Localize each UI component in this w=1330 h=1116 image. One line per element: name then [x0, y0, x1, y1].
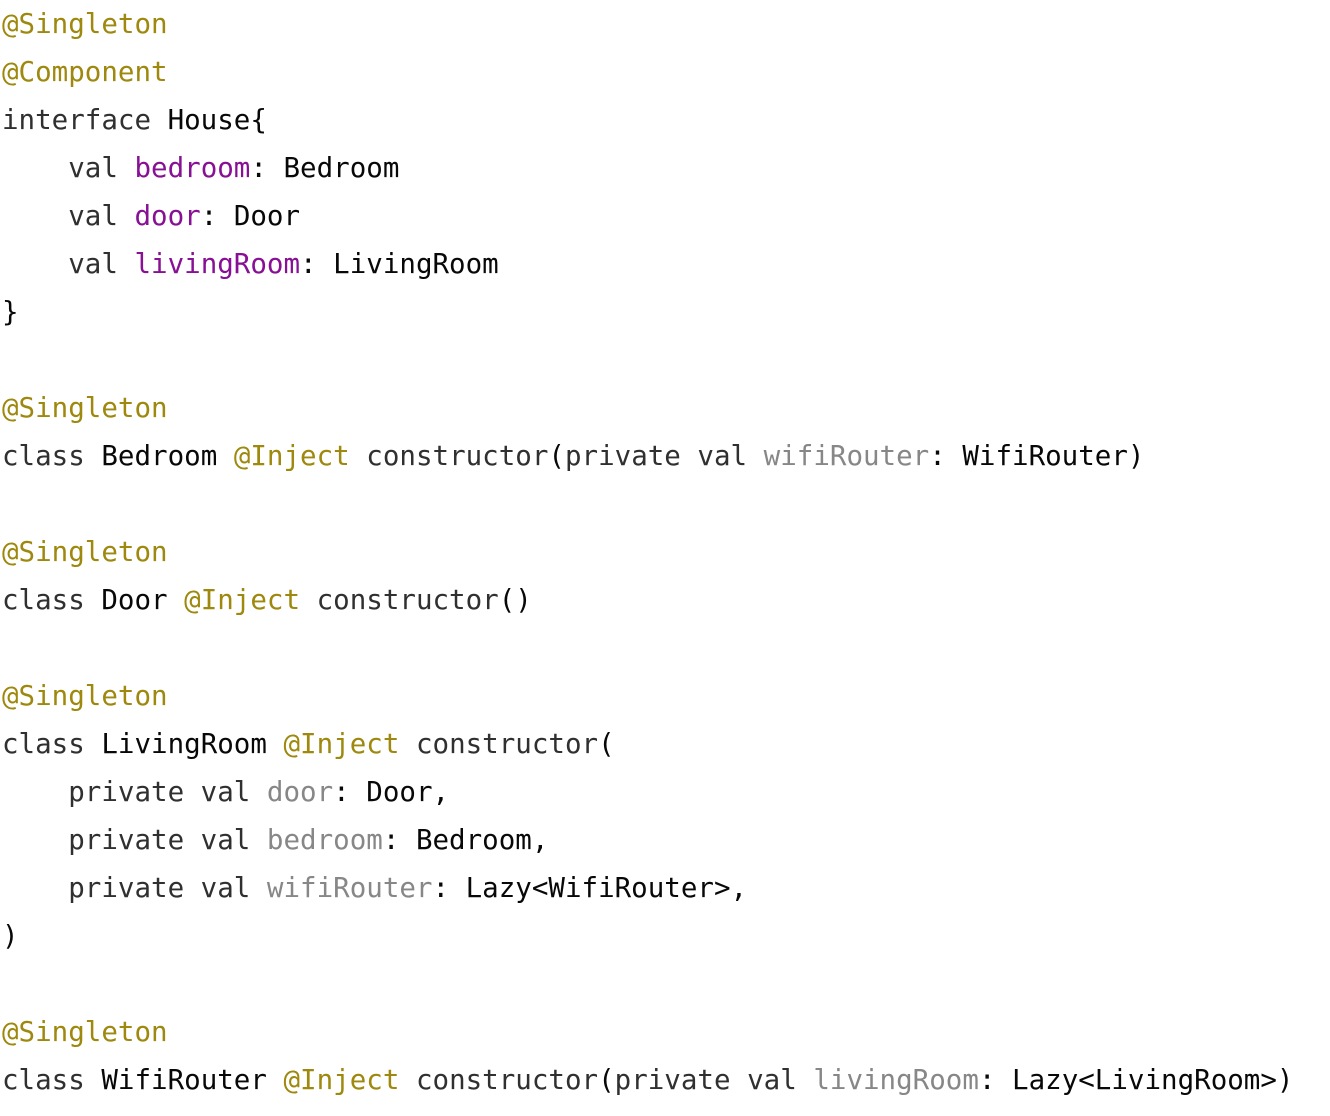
- annotation-token: @Inject: [283, 1064, 400, 1096]
- property-token: livingRoom: [134, 248, 301, 280]
- code-token: : Door: [200, 200, 301, 232]
- code-token: : Bedroom,: [382, 824, 549, 856]
- keyword-token: class: [2, 1064, 85, 1096]
- annotation-token: @Singleton: [2, 1016, 168, 1048]
- code-token: : LivingRoom: [300, 248, 499, 280]
- code-token: : Lazy<WifiRouter>,: [432, 872, 748, 904]
- annotation-token: @Inject: [184, 584, 301, 616]
- code-token: (: [598, 728, 615, 760]
- code-token: LivingRoom: [84, 728, 284, 760]
- code-line[interactable]: ): [2, 912, 19, 960]
- code-editor[interactable]: @Singleton @Component interface House{ val…: [0, 0, 1330, 1116]
- code-token: : Door,: [333, 776, 450, 808]
- keyword-token: val: [68, 248, 118, 280]
- annotation-token: @Singleton: [2, 392, 168, 424]
- code-line[interactable]: class LivingRoom @Inject constructor(: [2, 720, 615, 768]
- code-line[interactable]: @Singleton: [2, 384, 168, 432]
- annotation-token: @Singleton: [2, 536, 168, 568]
- keyword-token: class: [2, 440, 85, 472]
- annotation-token: @Inject: [283, 728, 400, 760]
- annotation-token: @Singleton: [2, 680, 168, 712]
- code-line[interactable]: private val bedroom: Bedroom,: [2, 816, 548, 864]
- keyword-token: private val: [614, 1064, 797, 1096]
- code-line[interactable]: val door: Door: [2, 192, 300, 240]
- code-token: }: [2, 296, 19, 328]
- keyword-token: constructor: [415, 1064, 599, 1096]
- annotation-token: @Singleton: [2, 8, 168, 40]
- code-token: Bedroom: [84, 440, 234, 472]
- code-line[interactable]: class WifiRouter @Inject constructor(pri…: [2, 1056, 1293, 1104]
- code-line[interactable]: val livingRoom: LivingRoom: [2, 240, 499, 288]
- keyword-token: private val: [68, 872, 251, 904]
- code-line[interactable]: @Singleton: [2, 672, 168, 720]
- property-token: door: [134, 200, 201, 232]
- keyword-token: constructor: [415, 728, 599, 760]
- code-line[interactable]: class Door @Inject constructor(): [2, 576, 532, 624]
- parameter-token: livingRoom: [813, 1064, 979, 1096]
- parameter-token: wifiRouter: [266, 872, 433, 904]
- code-line[interactable]: @Singleton: [2, 528, 168, 576]
- parameter-token: door: [266, 776, 334, 808]
- code-token: (): [498, 584, 532, 616]
- keyword-token: val: [68, 200, 118, 232]
- code-line[interactable]: }: [2, 288, 19, 336]
- code-line[interactable]: @Component: [2, 48, 168, 96]
- keyword-token: class: [2, 584, 85, 616]
- code-token: : Bedroom: [250, 152, 400, 184]
- code-line[interactable]: class Bedroom @Inject constructor(privat…: [2, 432, 1144, 480]
- code-line[interactable]: private val wifiRouter: Lazy<WifiRouter>…: [2, 864, 747, 912]
- keyword-token: class: [2, 728, 85, 760]
- code-token: House{: [151, 104, 267, 136]
- keyword-token: val: [68, 152, 118, 184]
- keyword-token: interface: [2, 104, 152, 136]
- code-token: Door: [84, 584, 185, 616]
- code-line[interactable]: interface House{: [2, 96, 267, 144]
- annotation-token: @Component: [2, 56, 168, 88]
- code-token: ): [2, 920, 19, 952]
- parameter-token: wifiRouter: [763, 440, 930, 472]
- keyword-token: private val: [68, 776, 251, 808]
- keyword-token: constructor: [316, 584, 499, 616]
- code-token: (: [548, 440, 565, 472]
- parameter-token: bedroom: [266, 824, 383, 856]
- code-token: : Lazy<LivingRoom>): [978, 1064, 1294, 1096]
- code-line[interactable]: @Singleton: [2, 0, 168, 48]
- code-line[interactable]: @Singleton: [2, 1008, 168, 1056]
- keyword-token: private val: [68, 824, 251, 856]
- code-line[interactable]: val bedroom: Bedroom: [2, 144, 399, 192]
- code-token: : WifiRouter): [929, 440, 1145, 472]
- code-token: (: [598, 1064, 615, 1096]
- annotation-token: @Inject: [233, 440, 350, 472]
- code-line[interactable]: private val door: Door,: [2, 768, 449, 816]
- code-token: WifiRouter: [84, 1064, 284, 1096]
- property-token: bedroom: [134, 152, 251, 184]
- keyword-token: private val: [564, 440, 748, 472]
- keyword-token: constructor: [366, 440, 549, 472]
